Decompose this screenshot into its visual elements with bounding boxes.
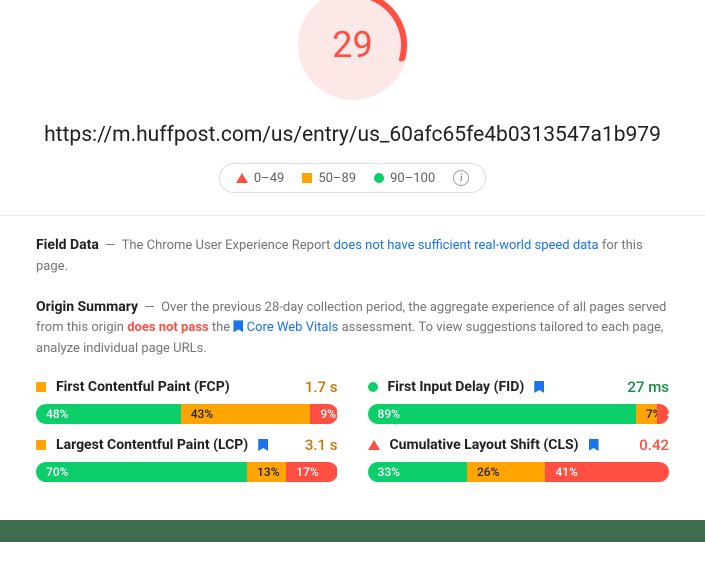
legend-average: 50–89 (302, 171, 356, 186)
metric-cls-bar: 33%26%41% (368, 462, 670, 482)
bar-segment: 41% (545, 462, 669, 482)
square-orange-icon (36, 382, 46, 392)
origin-fail: does not pass (127, 320, 208, 335)
bar-segment: 89% (368, 404, 636, 424)
field-data-prefix: The Chrome User Experience Report (122, 238, 334, 253)
metric-lcp-bar: 70%13%17% (36, 462, 338, 482)
metric-fcp-name: First Contentful Paint (FCP) (56, 379, 230, 395)
core-web-vitals-link[interactable]: Core Web Vitals (243, 320, 338, 335)
bar-segment: 13% (247, 462, 286, 482)
metric-fid: First Input Delay (FID) 27 ms 89%7%4% (368, 378, 670, 424)
legend-poor: 0–49 (236, 171, 284, 186)
field-data-title: Field Data (36, 237, 99, 253)
metric-lcp: Largest Contentful Paint (LCP) 3.1 s 70%… (36, 436, 338, 482)
circle-green-icon (374, 173, 384, 183)
score-legend: 0–49 50–89 90–100 i (219, 163, 486, 193)
bar-segment: 43% (181, 404, 311, 424)
metric-cls-value: 0.42 (639, 436, 669, 454)
origin-text-2: the (209, 320, 234, 335)
metric-cls: Cumulative Layout Shift (CLS) 0.42 33%26… (368, 436, 670, 482)
bookmark-icon (233, 320, 243, 332)
metric-fid-value: 27 ms (627, 378, 669, 396)
page-url: https://m.huffpost.com/us/entry/us_60afc… (14, 123, 691, 147)
origin-summary-section: Origin Summary — Over the previous 28-da… (0, 278, 705, 360)
triangle-red-icon (236, 173, 248, 183)
bar-segment: 17% (286, 462, 337, 482)
origin-summary-title: Origin Summary (36, 299, 138, 315)
legend-average-label: 50–89 (318, 171, 356, 186)
field-data-section: Field Data — The Chrome User Experience … (0, 216, 705, 278)
legend-poor-label: 0–49 (254, 171, 284, 186)
metric-lcp-name: Largest Contentful Paint (LCP) (56, 437, 248, 453)
bar-segment: 7% (636, 404, 657, 424)
circle-green-icon (368, 382, 378, 392)
metric-fcp: First Contentful Paint (FCP) 1.7 s 48%43… (36, 378, 338, 424)
bookmark-icon (258, 439, 268, 451)
bar-segment: 9% (310, 404, 337, 424)
metric-fid-name: First Input Delay (FID) (388, 379, 525, 395)
metric-fid-bar: 89%7%4% (368, 404, 670, 424)
bar-segment: 4% (657, 404, 669, 424)
bar-segment: 70% (36, 462, 247, 482)
metric-cls-name: Cumulative Layout Shift (CLS) (390, 437, 579, 453)
metric-lcp-value: 3.1 s (305, 436, 338, 454)
bar-segment: 48% (36, 404, 181, 424)
bookmark-icon (534, 381, 544, 393)
footer-bar (0, 520, 705, 542)
square-orange-icon (302, 173, 312, 183)
metric-fcp-value: 1.7 s (305, 378, 338, 396)
gauge-score: 29 (332, 24, 372, 66)
bar-segment: 26% (467, 462, 545, 482)
legend-good-label: 90–100 (390, 171, 435, 186)
info-icon[interactable]: i (453, 170, 469, 186)
field-data-link[interactable]: does not have sufficient real-world spee… (334, 238, 599, 253)
legend-good: 90–100 (374, 171, 435, 186)
triangle-red-icon (368, 440, 380, 450)
square-orange-icon (36, 440, 46, 450)
performance-gauge: 29 (293, 0, 413, 105)
bookmark-icon (589, 439, 599, 451)
bar-segment: 33% (368, 462, 467, 482)
metric-fcp-bar: 48%43%9% (36, 404, 338, 424)
